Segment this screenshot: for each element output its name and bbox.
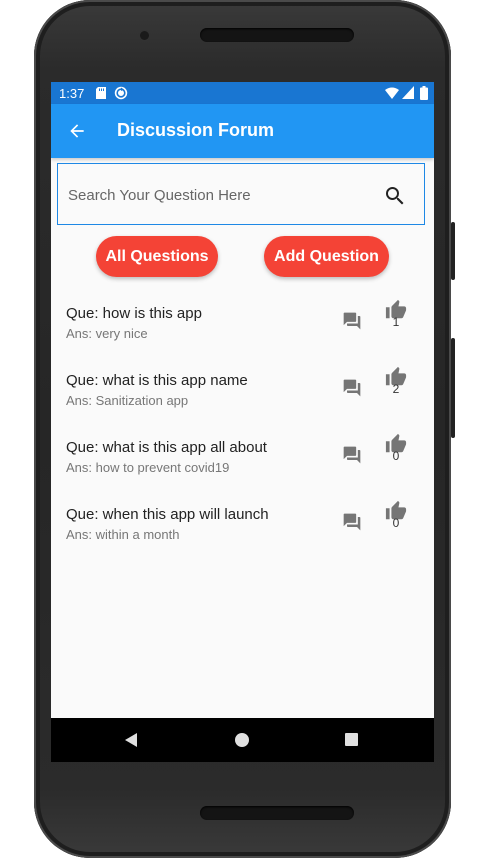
all-questions-button[interactable]: All Questions <box>96 236 218 277</box>
answer-text: Ans: how to prevent covid19 <box>66 460 230 475</box>
signal-icon <box>402 86 414 99</box>
status-time: 1:37 <box>59 86 85 101</box>
like-count: 0 <box>392 449 400 463</box>
nav-recents-icon[interactable] <box>345 733 358 746</box>
list-item[interactable]: Que: how is this app Ans: very nice 1 <box>51 299 434 365</box>
wifi-icon <box>385 87 399 99</box>
battery-icon <box>420 86 428 100</box>
search-box <box>57 163 425 225</box>
list-item[interactable]: Que: what is this app all about Ans: how… <box>51 433 434 499</box>
like-count: 2 <box>392 382 400 396</box>
list-item[interactable]: Que: when this app will launch Ans: with… <box>51 500 434 566</box>
like-count: 1 <box>392 315 400 329</box>
question-text: Que: what is this app all about <box>66 439 267 456</box>
forum-icon[interactable] <box>342 512 362 532</box>
bottom-speaker <box>200 806 354 820</box>
question-text: Que: when this app will launch <box>66 506 269 523</box>
system-nav-bar <box>51 718 434 762</box>
like-count: 0 <box>392 516 400 530</box>
forum-icon[interactable] <box>342 378 362 398</box>
sd-card-icon <box>96 87 106 99</box>
forum-icon[interactable] <box>342 445 362 465</box>
app-screen: 1:37 Discussion Forum Search Your Questi… <box>51 82 434 762</box>
arrow-back-icon[interactable] <box>67 121 87 141</box>
top-speaker <box>200 28 354 42</box>
page-title: Discussion Forum <box>117 120 275 140</box>
volume-button <box>451 338 455 438</box>
question-text: Que: how is this app <box>66 305 202 322</box>
answer-text: Ans: Sanitization app <box>66 393 189 408</box>
forum-icon[interactable] <box>342 311 362 331</box>
answer-text: Ans: very nice <box>66 326 148 341</box>
search-input[interactable] <box>66 182 370 208</box>
status-bar: 1:37 <box>51 82 434 104</box>
power-button <box>451 222 455 280</box>
search-icon[interactable] <box>383 184 407 208</box>
question-text: Que: what is this app name <box>66 372 248 389</box>
app-bar: Discussion Forum <box>51 104 434 158</box>
list-item[interactable]: Que: what is this app name Ans: Sanitiza… <box>51 366 434 432</box>
nav-back-icon[interactable] <box>125 733 139 747</box>
answer-text: Ans: within a month <box>66 527 180 542</box>
nav-home-icon[interactable] <box>235 733 249 747</box>
front-camera <box>140 31 149 40</box>
add-question-button[interactable]: Add Question <box>264 236 389 277</box>
sync-icon <box>114 86 128 100</box>
